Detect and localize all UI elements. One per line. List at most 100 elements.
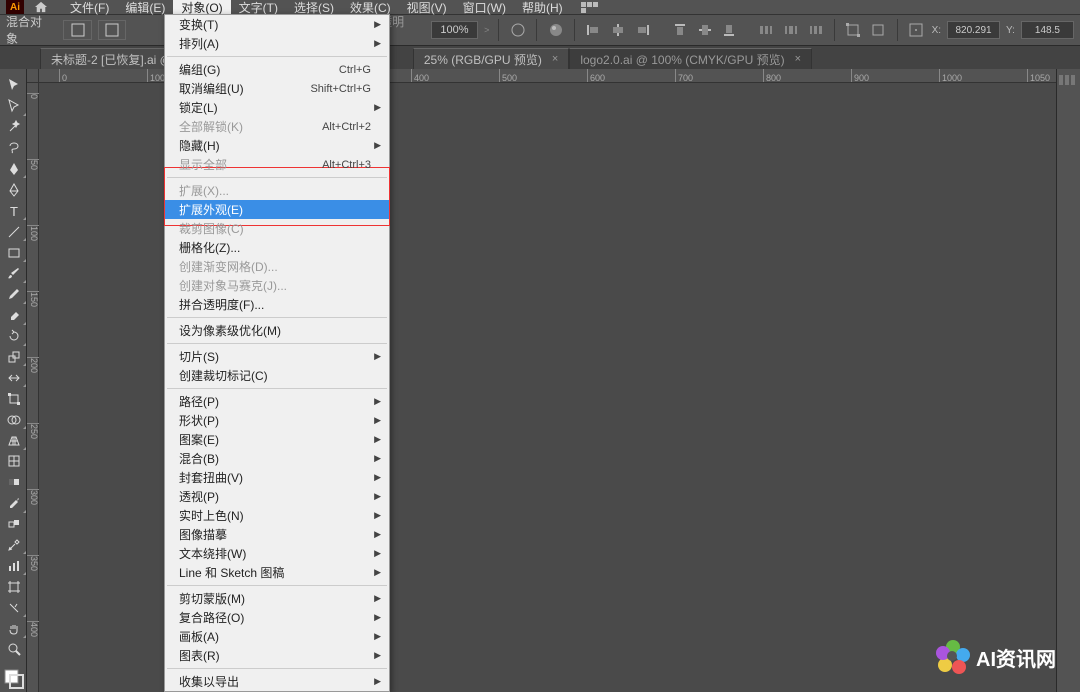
mesh-tool[interactable] xyxy=(0,451,27,472)
close-icon[interactable]: × xyxy=(552,53,558,65)
curvature-tool[interactable] xyxy=(0,179,27,200)
menu-item[interactable]: 拼合透明度(F)... xyxy=(165,295,389,314)
menu-item[interactable]: 形状(P)▶ xyxy=(165,411,389,430)
hdist-left-icon[interactable] xyxy=(756,20,775,40)
fill-dropdown[interactable] xyxy=(63,20,91,40)
rotate-tool[interactable] xyxy=(0,326,27,347)
hand-tool[interactable] xyxy=(0,618,27,639)
zoom-tool[interactable] xyxy=(0,639,27,660)
menu-window[interactable]: 窗口(W) xyxy=(455,0,514,16)
anchor-icon[interactable] xyxy=(907,20,926,40)
paintbrush-tool[interactable] xyxy=(0,263,27,284)
ruler-origin[interactable] xyxy=(27,69,39,83)
vertical-ruler[interactable]: 050100150200250300350400 xyxy=(27,83,39,692)
menu-item[interactable]: 路径(P)▶ xyxy=(165,392,389,411)
stroke-dropdown[interactable] xyxy=(98,20,126,40)
menu-item-label: Line 和 Sketch 图稿 xyxy=(179,564,284,581)
menu-item[interactable]: 复合路径(O)▶ xyxy=(165,608,389,627)
menu-item-label: 全部解锁(K) xyxy=(179,118,243,135)
menu-item[interactable]: 编组(G)Ctrl+G xyxy=(165,60,389,79)
line-tool[interactable] xyxy=(0,221,27,242)
hdist-center-icon[interactable] xyxy=(781,20,800,40)
menu-item[interactable]: 实时上色(N)▶ xyxy=(165,506,389,525)
slice-tool[interactable] xyxy=(0,597,27,618)
workspace-switcher-icon[interactable] xyxy=(581,1,601,13)
menu-item-label: 封套扭曲(V) xyxy=(179,469,243,486)
x-value[interactable]: 820.291 xyxy=(947,21,1000,39)
menu-item[interactable]: 切片(S)▶ xyxy=(165,347,389,366)
tab-doc-3[interactable]: logo2.0.ai @ 100% (CMYK/GPU 预览) × xyxy=(569,48,812,69)
menu-item[interactable]: 取消编组(U)Shift+Ctrl+G xyxy=(165,79,389,98)
menu-file[interactable]: 文件(F) xyxy=(62,0,117,16)
style-icon[interactable] xyxy=(508,20,527,40)
panel-dock[interactable] xyxy=(1056,69,1080,692)
tab-label: 未标题-2 [已恢复].ai @ 1 xyxy=(51,51,182,68)
recolor-icon[interactable] xyxy=(546,20,565,40)
menu-item-label: 创建渐变网格(D)... xyxy=(179,258,278,275)
menu-item-label: 文本绕排(W) xyxy=(179,545,246,562)
gradient-tool[interactable] xyxy=(0,472,27,493)
menu-item[interactable]: 画板(A)▶ xyxy=(165,627,389,646)
width-tool[interactable] xyxy=(0,367,27,388)
align-vcenter-icon[interactable] xyxy=(695,20,714,40)
close-icon[interactable]: × xyxy=(795,53,801,65)
menu-item[interactable]: 排列(A)▶ xyxy=(165,34,389,53)
menu-item-label: 混合(B) xyxy=(179,450,219,467)
menu-help[interactable]: 帮助(H) xyxy=(514,0,571,16)
tab-doc-2[interactable]: 25% (RGB/GPU 预览)× xyxy=(413,48,569,69)
opacity-value[interactable]: 100% xyxy=(431,21,478,39)
fill-stroke-swatch[interactable] xyxy=(0,666,27,692)
menu-item[interactable]: 收集以导出▶ xyxy=(165,672,389,691)
tab-label: logo2.0.ai @ 100% (CMYK/GPU 预览) xyxy=(580,51,784,68)
isolate-icon[interactable] xyxy=(869,20,888,40)
eraser-tool[interactable] xyxy=(0,305,27,326)
home-icon[interactable] xyxy=(34,1,48,13)
magic-wand-tool[interactable] xyxy=(0,117,27,138)
y-value[interactable]: 148.5 xyxy=(1021,21,1074,39)
y-label: Y: xyxy=(1006,25,1015,36)
menu-item[interactable]: 创建裁切标记(C) xyxy=(165,366,389,385)
direct-selection-tool[interactable] xyxy=(0,96,27,117)
menu-separator xyxy=(167,177,387,178)
blend-tool[interactable] xyxy=(0,514,27,535)
shape-builder-tool[interactable] xyxy=(0,409,27,430)
menu-item[interactable]: 栅格化(Z)... xyxy=(165,238,389,257)
align-right-icon[interactable] xyxy=(634,20,653,40)
menu-item[interactable]: 文本绕排(W)▶ xyxy=(165,544,389,563)
perspective-grid-tool[interactable] xyxy=(0,430,27,451)
align-top-icon[interactable] xyxy=(670,20,689,40)
menu-item[interactable]: 变换(T)▶ xyxy=(165,15,389,34)
menu-item[interactable]: 扩展外观(E) xyxy=(165,200,389,219)
rectangle-tool[interactable] xyxy=(0,242,27,263)
pen-tool[interactable] xyxy=(0,159,27,180)
symbol-sprayer-tool[interactable] xyxy=(0,535,27,556)
type-tool[interactable]: T xyxy=(0,200,27,221)
align-bottom-icon[interactable] xyxy=(720,20,739,40)
menu-item[interactable]: 图案(E)▶ xyxy=(165,430,389,449)
scale-tool[interactable] xyxy=(0,347,27,368)
menu-item: 扩展(X)... xyxy=(165,181,389,200)
align-left-icon[interactable] xyxy=(584,20,603,40)
menu-item[interactable]: 透视(P)▶ xyxy=(165,487,389,506)
menu-item[interactable]: 图表(R)▶ xyxy=(165,646,389,665)
selection-tool[interactable] xyxy=(0,75,27,96)
hdist-right-icon[interactable] xyxy=(806,20,825,40)
menu-item[interactable]: 隐藏(H)▶ xyxy=(165,136,389,155)
pencil-tool[interactable] xyxy=(0,284,27,305)
artboard-tool[interactable] xyxy=(0,576,27,597)
transform-icon[interactable] xyxy=(844,20,863,40)
eyedropper-tool[interactable] xyxy=(0,493,27,514)
menu-item-label: 图像描摹 xyxy=(179,526,227,543)
menu-item[interactable]: 设为像素级优化(M) xyxy=(165,321,389,340)
column-graph-tool[interactable] xyxy=(0,555,27,576)
menu-item[interactable]: 混合(B)▶ xyxy=(165,449,389,468)
free-transform-tool[interactable] xyxy=(0,388,27,409)
align-hcenter-icon[interactable] xyxy=(609,20,628,40)
menu-item[interactable]: Line 和 Sketch 图稿▶ xyxy=(165,563,389,582)
menu-item[interactable]: 锁定(L)▶ xyxy=(165,98,389,117)
menu-item[interactable]: 图像描摹▶ xyxy=(165,525,389,544)
menu-item[interactable]: 封套扭曲(V)▶ xyxy=(165,468,389,487)
lasso-tool[interactable] xyxy=(0,138,27,159)
menu-item-label: 取消编组(U) xyxy=(179,80,244,97)
menu-item[interactable]: 剪切蒙版(M)▶ xyxy=(165,589,389,608)
